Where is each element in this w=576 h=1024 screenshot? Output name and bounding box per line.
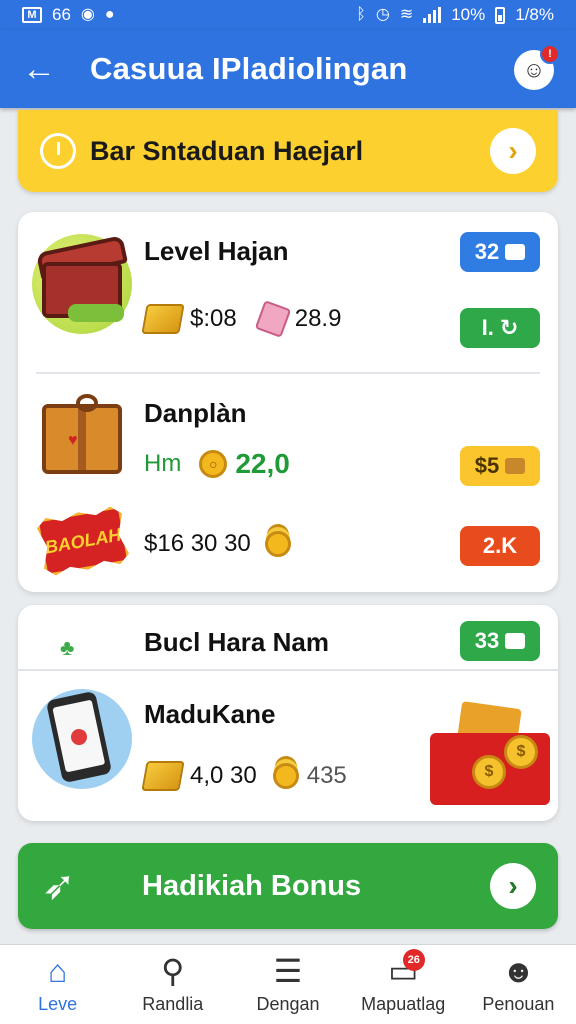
status-left-text: 66	[52, 5, 71, 24]
banner-text: Bar Sntaduan Haejarl	[90, 135, 364, 166]
card-title: Bucl Hara Nam	[144, 627, 329, 657]
status-percent-text: 10%	[451, 5, 486, 24]
nav-label: Randlia	[142, 994, 204, 1014]
chat-bubble-icon: ●	[104, 6, 115, 23]
value-text: $:08	[190, 305, 237, 332]
nav-label: Mapuatlag	[361, 994, 446, 1014]
row-title: Level Hajan	[144, 236, 289, 266]
coin-stack-icon	[272, 763, 299, 789]
crate-illustration: ♥	[42, 394, 122, 474]
promo-badge: BAOLAH	[40, 512, 126, 570]
box-icon	[505, 244, 526, 260]
claim-button-label: I.	[481, 315, 494, 340]
nav-item-home[interactable]: ⌂ Leve	[0, 945, 115, 1024]
user-alert-button[interactable]: ☺ !	[514, 44, 560, 90]
home-icon: ⌂	[47, 953, 68, 989]
nav-item-search[interactable]: ⚲ Randlia	[115, 945, 230, 1024]
status-bar: M 66 ◉ ● ᛒ ◷ ≋ 10% 1/8%	[0, 0, 576, 30]
phone-coins-illustration	[32, 689, 132, 789]
mail-icon: M	[22, 7, 42, 23]
crate-icon	[505, 458, 526, 474]
chevron-right-icon[interactable]: ›	[490, 863, 536, 909]
coin-icon: ○	[199, 450, 228, 478]
bonus-count-value: 33	[474, 628, 500, 653]
gold-bar-icon	[141, 761, 185, 791]
cta-label: Hadikiah Bonus	[142, 869, 362, 902]
nav-label: Leve	[38, 994, 78, 1014]
value-text: 28.9	[294, 305, 342, 332]
divider	[18, 669, 558, 671]
person-icon: ☻	[501, 953, 536, 989]
bonus-cta-button[interactable]: ➶ Hadikiah Bonus ›	[18, 843, 558, 929]
circle-icon: ◉	[80, 6, 95, 23]
nav-item-chat[interactable]: ▭ 26 Mapuatlag	[346, 945, 461, 1024]
page-title: Casuua IPladiolingan	[90, 51, 408, 86]
price-label: $5	[474, 453, 500, 478]
status-right-text: 1/8%	[515, 5, 554, 24]
bonus-count-button[interactable]: 33	[460, 621, 540, 661]
rocket-icon: ➶	[42, 864, 76, 908]
promo-badge-text: BAOLAH	[43, 523, 123, 558]
value-text: $16 30 30	[144, 530, 251, 557]
prefix-text: Hm	[144, 450, 182, 477]
app-bar: ← Casuua IPladiolingan ☺ !	[0, 30, 576, 108]
arrow-left-icon[interactable]: ←	[22, 52, 62, 86]
nav-label: Penouan	[482, 994, 555, 1014]
amount-text: 22,0	[235, 448, 290, 479]
bluetooth-icon: ᛒ	[356, 6, 366, 23]
claim-button[interactable]: I. ↻	[460, 308, 540, 348]
bottom-nav: ⌂ Leve ⚲ Randlia ☰ Dengan ▭ 26 Mapuatlag…	[0, 944, 576, 1024]
list-icon: ☰	[273, 953, 303, 989]
bonus-card: ♣ Bucl Hara Nam 33 MaduKane 4,0 30 435 $…	[18, 605, 558, 821]
row-values: Hm ○ 22,0	[144, 448, 290, 480]
clover-icon: ♣	[60, 635, 75, 660]
value-text: 4,0 30	[190, 762, 257, 789]
price-button[interactable]: $5	[460, 446, 540, 486]
alarm-icon: ◷	[375, 6, 390, 23]
clock-icon	[40, 133, 76, 169]
level-badge[interactable]: 32	[460, 232, 540, 272]
refresh-icon: ↻	[499, 315, 519, 340]
notification-dot: !	[540, 44, 560, 64]
status-right: ᛒ ◷ ≋ 10% 1/8%	[356, 5, 554, 25]
coin-stack-icon	[264, 531, 291, 557]
row-values: $:08 28.9	[141, 300, 342, 338]
divider	[36, 372, 540, 374]
multiplier-label: 2.K	[482, 533, 518, 558]
chevron-right-icon[interactable]: ›	[490, 128, 536, 174]
gold-bar-icon	[141, 304, 185, 334]
treasure-chest-illustration	[32, 234, 132, 334]
signal-icon	[423, 7, 442, 23]
box-icon	[505, 633, 526, 649]
row-values: 4,0 30 435	[141, 761, 347, 791]
nav-item-list[interactable]: ☰ Dengan	[230, 945, 345, 1024]
level-badge-value: 32	[474, 239, 500, 264]
nav-item-profile[interactable]: ☻ Penouan	[461, 945, 576, 1024]
row-values: $16 30 30	[144, 530, 291, 558]
status-left: M 66 ◉ ●	[22, 5, 115, 25]
row-title: Danplàn	[144, 398, 247, 428]
value-text: 435	[306, 762, 347, 789]
sub-title: MaduKane	[144, 699, 276, 729]
promo-banner[interactable]: Bar Sntaduan Haejarl ›	[18, 110, 558, 192]
rewards-card: Level Hajan 32 $:08 28.9 I. ↻ ♥ Danplàn …	[18, 212, 558, 592]
wifi-icon: ≋	[399, 6, 414, 23]
battery-icon	[495, 6, 506, 24]
search-icon: ⚲	[161, 953, 185, 989]
gem-icon	[254, 300, 292, 338]
nav-label: Dengan	[256, 994, 320, 1014]
multiplier-button[interactable]: 2.K	[460, 526, 540, 566]
red-envelope-illustration: $ $	[430, 701, 550, 805]
notification-badge: 26	[402, 949, 425, 971]
